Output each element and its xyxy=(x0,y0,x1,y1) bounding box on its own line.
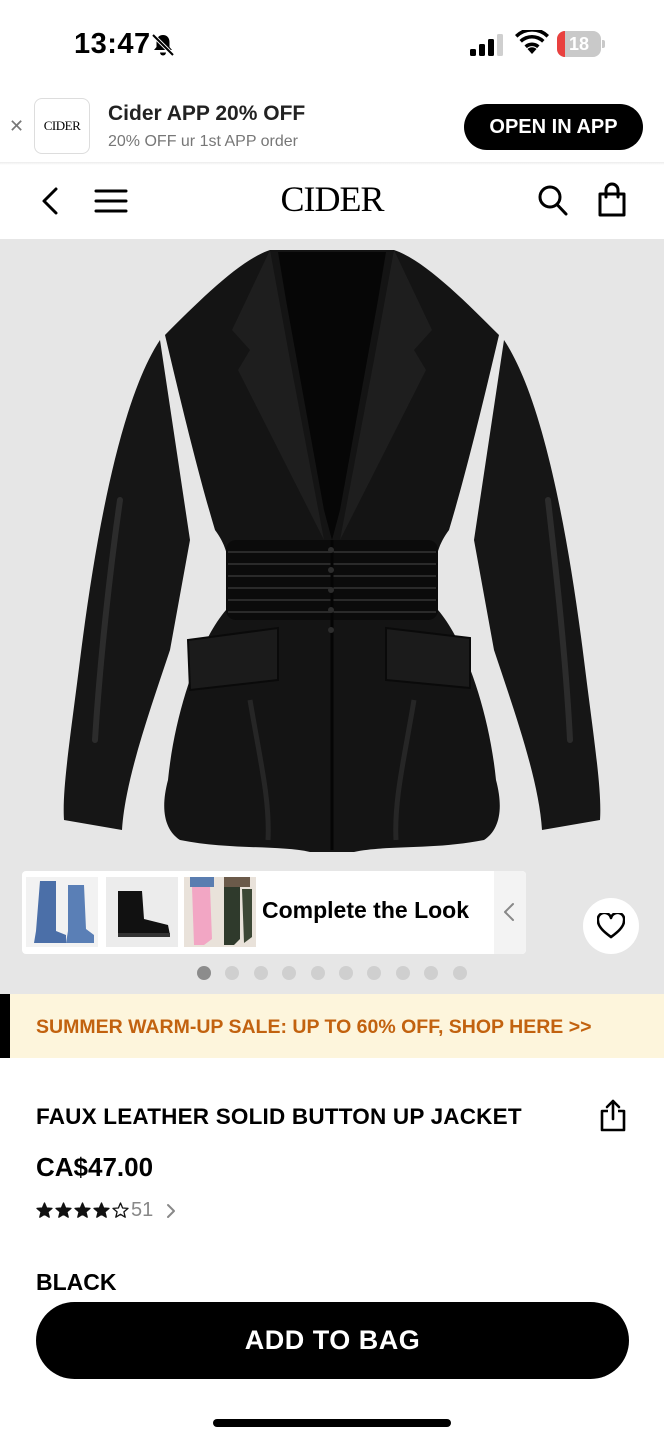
home-indicator xyxy=(213,1419,451,1427)
gallery-dot[interactable] xyxy=(310,966,325,980)
signal-icon xyxy=(470,34,503,56)
complete-the-look-title: Complete the Look xyxy=(262,897,470,923)
chevron-right-icon[interactable] xyxy=(165,1203,177,1219)
product-price: CA$47.00 xyxy=(36,1152,154,1182)
gallery-dot[interactable] xyxy=(339,966,353,980)
banner-title: Cider APP 20% OFF xyxy=(108,102,306,125)
look-thumbnail-knee-boots[interactable] xyxy=(184,877,256,947)
star-filled-icon xyxy=(36,1202,53,1218)
wifi-icon xyxy=(515,30,549,54)
gallery-dot[interactable] xyxy=(395,966,410,980)
review-count[interactable]: 51 xyxy=(131,1199,153,1222)
app-download-banner: ✕ CIDER Cider APP 20% OFF 20% OFF ur 1st… xyxy=(0,90,664,162)
bell-slash-icon xyxy=(151,33,175,57)
status-time: 13:47 xyxy=(74,28,151,60)
status-bar: 13:47 18 xyxy=(0,0,664,90)
open-in-app-button[interactable]: OPEN IN APP xyxy=(464,104,643,150)
promo-text[interactable]: SUMMER WARM-UP SALE: UP TO 60% OFF, SHOP… xyxy=(36,1016,592,1039)
shopping-bag-icon[interactable] xyxy=(596,182,628,218)
banner-subtitle: 20% OFF ur 1st APP order xyxy=(108,133,299,150)
complete-the-look-card[interactable]: Complete the Look xyxy=(22,871,526,954)
star-outline-icon xyxy=(112,1202,129,1218)
battery-level: 18 xyxy=(568,34,590,54)
gallery-dot[interactable] xyxy=(452,966,467,980)
star-filled-icon xyxy=(55,1202,72,1218)
look-thumbnail-denim-boots[interactable] xyxy=(26,877,98,947)
star-filled-icon xyxy=(93,1202,110,1218)
look-thumbnail-black-boots[interactable] xyxy=(106,877,178,947)
gallery-dot[interactable] xyxy=(197,966,211,980)
gallery-dot[interactable] xyxy=(253,966,268,980)
heart-icon xyxy=(597,913,625,939)
wishlist-button[interactable] xyxy=(583,898,639,954)
sale-promo-banner[interactable]: SUMMER WARM-UP SALE: UP TO 60% OFF, SHOP… xyxy=(0,994,664,1058)
add-to-bag-button[interactable]: ADD TO BAG xyxy=(36,1302,629,1379)
close-icon[interactable]: ✕ xyxy=(9,116,24,136)
battery-icon: 18 xyxy=(557,31,605,57)
selected-color-label: BLACK xyxy=(36,1269,117,1295)
product-image-gallery[interactable]: Complete the Look xyxy=(0,240,664,994)
product-title: FAUX LEATHER SOLID BUTTON UP JACKET xyxy=(36,1104,522,1129)
chevron-left-icon[interactable] xyxy=(502,901,516,923)
app-logo: CIDER xyxy=(34,98,90,154)
star-filled-icon xyxy=(74,1202,91,1218)
share-icon[interactable] xyxy=(598,1098,628,1132)
search-icon[interactable] xyxy=(537,184,569,218)
top-navigation: CIDER xyxy=(0,162,664,240)
